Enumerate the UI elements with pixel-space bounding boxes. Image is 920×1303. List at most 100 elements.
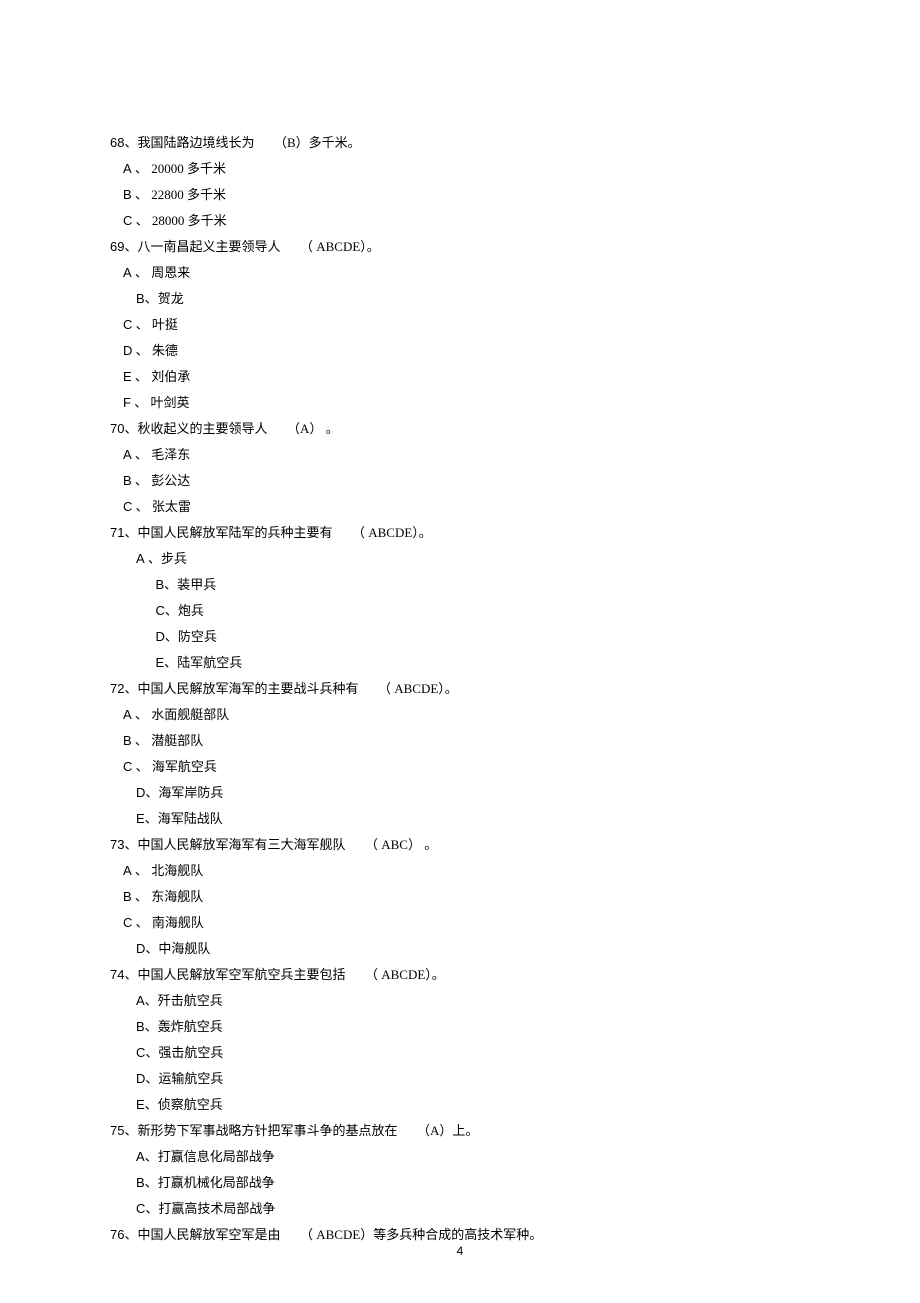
option-line: D、中海舰队: [110, 936, 810, 962]
option-line: A 、 水面舰艇部队: [110, 702, 810, 728]
question-number: 68: [110, 135, 124, 150]
page-number: 4: [457, 1239, 464, 1263]
option-text: 潜艇部队: [151, 733, 203, 748]
option-separator: 、: [132, 733, 152, 748]
question-text: 、秋收起义的主要领导人: [124, 421, 267, 436]
question-number: 69: [110, 239, 124, 254]
answer-blank: （A）: [287, 421, 322, 436]
option-separator: 、: [132, 863, 152, 878]
option-letter: B: [123, 473, 132, 488]
question-text-tail: 。: [322, 421, 338, 436]
option-letter: A: [123, 265, 132, 280]
question-text: 、新形势下军事战略方针把军事斗争的基点放在: [124, 1123, 397, 1138]
option-separator: 、: [131, 395, 151, 410]
option-separator: 、: [132, 707, 152, 722]
option-letter: B: [136, 1019, 145, 1034]
option-letter: B: [123, 733, 132, 748]
option-separator: 、: [165, 629, 178, 644]
option-line: B 、 彭公达: [110, 468, 810, 494]
option-line: B、轰炸航空兵: [110, 1014, 810, 1040]
option-letter: D: [156, 629, 165, 644]
option-line: D、防空兵: [110, 624, 810, 650]
option-separator: 、: [145, 1097, 158, 1112]
question-number: 74: [110, 967, 124, 982]
option-separator: 、: [132, 187, 152, 202]
option-letter: C: [136, 1045, 145, 1060]
option-letter: C: [123, 915, 132, 930]
option-text: 运输航空兵: [158, 1071, 223, 1086]
option-separator: 、: [145, 1019, 158, 1034]
option-letter: E: [123, 369, 132, 384]
option-line: C 、 南海舰队: [110, 910, 810, 936]
answer-blank: （ ABCDE）: [365, 967, 432, 982]
option-text: 水面舰艇部队: [151, 707, 229, 722]
question-text-tail: 。: [421, 837, 437, 852]
option-text: 轰炸航空兵: [158, 1019, 223, 1034]
option-separator: 、: [145, 1045, 158, 1060]
option-line: A 、 周恩来: [110, 260, 810, 286]
answer-blank: （ ABCDE）: [300, 1227, 373, 1242]
question-text: 、中国人民解放军空军航空兵主要包括: [124, 967, 345, 982]
question-text-tail: 。: [367, 239, 380, 254]
option-letter: C: [123, 317, 132, 332]
option-separator: 、: [145, 1201, 158, 1216]
question-text-tail: 。: [445, 681, 458, 696]
question-number: 76: [110, 1227, 124, 1242]
option-line: A、打赢信息化局部战争: [110, 1144, 810, 1170]
option-line: C 、 叶挺: [110, 312, 810, 338]
option-line: E 、 刘伯承: [110, 364, 810, 390]
option-letter: B: [123, 187, 132, 202]
option-text: 海军岸防兵: [158, 785, 223, 800]
question-text: 、中国人民解放军空军是由: [124, 1227, 280, 1242]
option-separator: 、: [145, 1149, 158, 1164]
option-letter: C: [123, 759, 132, 774]
option-text: 侦察航空兵: [158, 1097, 223, 1112]
option-letter: B: [156, 577, 165, 592]
option-separator: 、: [164, 655, 177, 670]
option-letter: D: [123, 343, 132, 358]
question-number: 70: [110, 421, 124, 436]
option-text: 打赢高技术局部战争: [158, 1201, 275, 1216]
option-letter: D: [136, 941, 145, 956]
option-letter: E: [136, 811, 145, 826]
question-stem: 73、中国人民解放军海军有三大海军舰队（ ABC） 。: [110, 832, 810, 858]
option-letter: F: [123, 395, 131, 410]
option-line: B 、 22800 多千米: [110, 182, 810, 208]
question-stem: 70、秋收起义的主要领导人 （A） 。: [110, 416, 810, 442]
option-separator: 、: [145, 785, 158, 800]
option-line: E、陆军航空兵: [110, 650, 810, 676]
option-text: 朱德: [152, 343, 178, 358]
option-separator: 、: [132, 343, 152, 358]
question-number: 75: [110, 1123, 124, 1138]
question-text: 、中国人民解放军海军有三大海军舰队: [124, 837, 345, 852]
answer-blank: （ ABCDE）: [300, 239, 367, 254]
option-line: C 、 28000 多千米: [110, 208, 810, 234]
option-separator: 、: [132, 889, 152, 904]
option-text: 刘伯承: [151, 369, 190, 384]
option-letter: C: [156, 603, 165, 618]
option-line: F 、 叶剑英: [110, 390, 810, 416]
option-text: 炮兵: [178, 603, 204, 618]
option-text: 南海舰队: [152, 915, 204, 930]
question-text-tail: 上。: [452, 1123, 478, 1138]
option-text: 打赢信息化局部战争: [158, 1149, 275, 1164]
question-number: 72: [110, 681, 124, 696]
option-text: 歼击航空兵: [158, 993, 223, 1008]
option-text: 贺龙: [158, 291, 184, 306]
option-separator: 、: [132, 161, 152, 176]
option-letter: A: [123, 863, 132, 878]
answer-blank: （A）: [417, 1123, 452, 1138]
question-stem: 72、中国人民解放军海军的主要战斗兵种有 （ ABCDE）。: [110, 676, 810, 702]
question-text: 、中国人民解放军海军的主要战斗兵种有: [124, 681, 358, 696]
option-letter: E: [136, 1097, 145, 1112]
option-line: D、运输航空兵: [110, 1066, 810, 1092]
answer-blank: （ ABCDE）: [378, 681, 445, 696]
option-separator: 、: [145, 993, 158, 1008]
question-stem: 74、中国人民解放军空军航空兵主要包括（ ABCDE）。: [110, 962, 810, 988]
question-text-tail: 多千米。: [309, 135, 361, 150]
option-text: 彭公达: [151, 473, 190, 488]
option-text: 周恩来: [151, 265, 190, 280]
option-line: A 、 毛泽东: [110, 442, 810, 468]
option-separator: 、: [132, 265, 152, 280]
question-text: 、中国人民解放军陆军的兵种主要有: [124, 525, 332, 540]
